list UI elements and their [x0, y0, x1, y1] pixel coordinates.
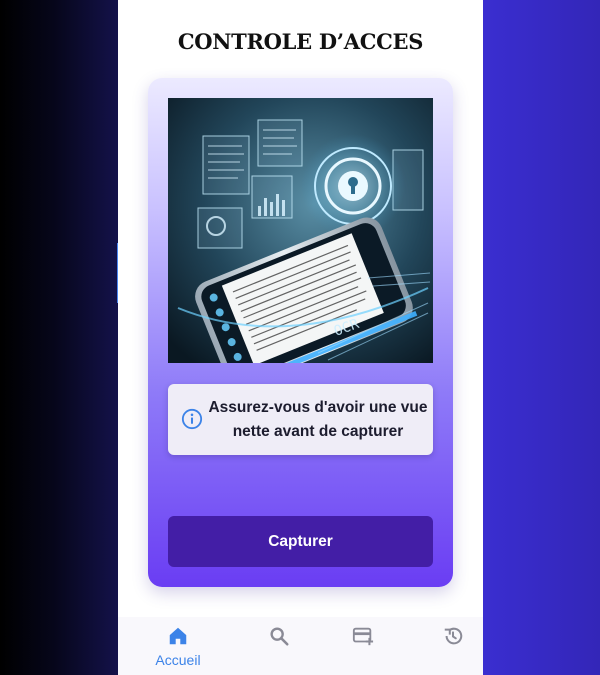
ocr-illustration: OCR: [168, 98, 433, 363]
scan-card: OCR Assurez-vous d'avoir une vue nette a…: [148, 78, 453, 587]
nav-item-history[interactable]: [408, 617, 483, 675]
home-icon: [169, 627, 187, 645]
nav-item-home[interactable]: Accueil: [133, 617, 223, 675]
history-icon: [444, 627, 463, 645]
nav-item-search[interactable]: [234, 617, 324, 675]
capture-button[interactable]: Capturer: [168, 516, 433, 567]
nav-item-add-card[interactable]: [317, 617, 407, 675]
info-message-box: Assurez-vous d'avoir une vue nette avant…: [168, 384, 433, 455]
page-title: CONTROLE D’ACCES: [177, 29, 424, 54]
right-background: [483, 0, 600, 675]
nav-label-home: Accueil: [155, 652, 201, 668]
info-icon: [181, 408, 203, 430]
search-icon: [270, 627, 289, 646]
left-background: [0, 0, 118, 675]
info-message-text: Assurez-vous d'avoir une vue nette avant…: [208, 399, 428, 440]
app-screen: CONTROLE D’ACCES OCR Assurez-vous d'avoi…: [118, 0, 483, 675]
bottom-navigation: Accueil: [118, 617, 483, 675]
card-add-icon: [352, 627, 374, 646]
